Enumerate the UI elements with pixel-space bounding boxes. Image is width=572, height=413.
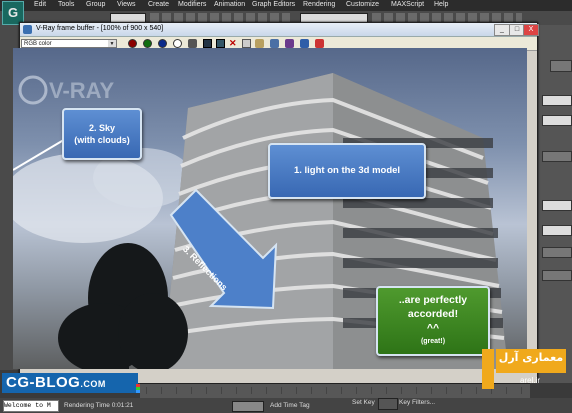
app-menubar: Edit Tools Group Views Create Modifiers … bbox=[0, 0, 572, 11]
lens-effects-icon[interactable] bbox=[285, 39, 294, 48]
panel-rollout[interactable] bbox=[542, 151, 572, 162]
arel-url: arel.ir bbox=[520, 376, 541, 385]
menu-create[interactable]: Create bbox=[148, 1, 169, 8]
red-channel-icon[interactable] bbox=[128, 39, 137, 48]
render-image: V-RAY 2. Sky (with clouds) 1. light on t… bbox=[13, 48, 527, 369]
annotation-accorded: ..are perfectly accorded! ^^ (great!) bbox=[376, 286, 490, 356]
rendering-time-text: Rendering Time 0:01:21 bbox=[64, 402, 134, 409]
timeline-ticks bbox=[146, 387, 526, 394]
copy-icon[interactable] bbox=[242, 39, 251, 48]
menu-help[interactable]: Help bbox=[434, 1, 448, 8]
annotation-accorded-line1: ..are perfectly bbox=[398, 294, 468, 306]
toolbar-icons[interactable] bbox=[150, 13, 290, 22]
annotation-accorded-line4: (great!) bbox=[420, 338, 446, 345]
vray-app-icon bbox=[23, 25, 32, 34]
command-panel bbox=[532, 25, 572, 388]
render-last-icon[interactable] bbox=[315, 39, 324, 48]
panel-field[interactable] bbox=[542, 247, 572, 258]
lock-field[interactable] bbox=[232, 401, 264, 412]
key-mode-toggle[interactable] bbox=[378, 398, 398, 410]
key-filters-button[interactable]: Key Filters... bbox=[399, 399, 435, 406]
menu-rendering[interactable]: Rendering bbox=[303, 1, 335, 8]
menu-modifiers[interactable]: Modifiers bbox=[178, 1, 206, 8]
arel-persian-text: معماری آرل bbox=[498, 351, 564, 364]
save-icon[interactable] bbox=[203, 39, 212, 48]
panel-dropdown[interactable] bbox=[542, 95, 572, 106]
vfb-titlebar[interactable]: V-Ray frame buffer - [100% of 900 x 540]… bbox=[20, 23, 539, 37]
cg-blog-suffix: .COM bbox=[80, 379, 106, 389]
annotation-accorded-line3: ^^ bbox=[426, 322, 440, 334]
render-region-icon[interactable] bbox=[270, 39, 279, 48]
green-channel-icon[interactable] bbox=[143, 39, 152, 48]
panel-field[interactable] bbox=[542, 270, 572, 281]
cg-blog-text: CG-BLOG bbox=[6, 374, 81, 391]
clear-icon[interactable]: ✕ bbox=[229, 39, 238, 48]
menu-edit[interactable]: Edit bbox=[34, 1, 46, 8]
annotation-accorded-line2: accorded! bbox=[407, 308, 459, 320]
alpha-icon[interactable] bbox=[173, 39, 182, 48]
maxscript-listener-field[interactable]: Welcome to M bbox=[3, 400, 59, 412]
panel-dropdown[interactable] bbox=[542, 115, 572, 126]
cg-blog-watermark: CG-BLOG.COM bbox=[2, 373, 138, 393]
color-stripe bbox=[136, 384, 140, 393]
annotation-sky-line2: (with clouds) bbox=[74, 135, 130, 145]
menu-animation[interactable]: Animation bbox=[214, 1, 245, 8]
track-mouse-icon[interactable] bbox=[255, 39, 264, 48]
vray-watermark: V-RAY bbox=[49, 78, 115, 103]
menu-tools[interactable]: Tools bbox=[58, 1, 74, 8]
menu-maxscript[interactable]: MAXScript bbox=[391, 1, 424, 8]
close-button[interactable]: X bbox=[523, 24, 539, 36]
panel-dropdown[interactable] bbox=[542, 200, 572, 211]
menu-views[interactable]: Views bbox=[117, 1, 136, 8]
toolbar-icons-right[interactable] bbox=[372, 13, 522, 22]
set-key-button[interactable]: Set Key bbox=[352, 399, 375, 406]
menu-customize[interactable]: Customize bbox=[346, 1, 379, 8]
mono-icon[interactable] bbox=[188, 39, 197, 48]
menu-group[interactable]: Group bbox=[86, 1, 105, 8]
histogram-icon[interactable] bbox=[300, 39, 309, 48]
menu-graph-editors[interactable]: Graph Editors bbox=[252, 1, 295, 8]
annotation-sky: 2. Sky (with clouds) bbox=[62, 108, 142, 160]
channel-value: RGB color bbox=[24, 41, 52, 47]
chevron-down-icon: ▼ bbox=[108, 40, 116, 47]
vfb-title: V-Ray frame buffer - [100% of 900 x 540] bbox=[36, 25, 164, 32]
add-time-tag[interactable]: Add Time Tag bbox=[270, 402, 310, 409]
timeline-slider[interactable] bbox=[140, 383, 530, 398]
minimize-button[interactable]: _ bbox=[494, 24, 510, 36]
channel-dropdown[interactable]: RGB color ▼ bbox=[21, 39, 117, 48]
annotation-sky-line1: 2. Sky bbox=[88, 123, 116, 133]
save-all-icon[interactable] bbox=[216, 39, 225, 48]
arel-watermark: معماری آرل arel.ir bbox=[476, 345, 572, 397]
blue-channel-icon[interactable] bbox=[158, 39, 167, 48]
panel-dropdown[interactable] bbox=[542, 225, 572, 236]
panel-tab[interactable] bbox=[550, 60, 572, 72]
